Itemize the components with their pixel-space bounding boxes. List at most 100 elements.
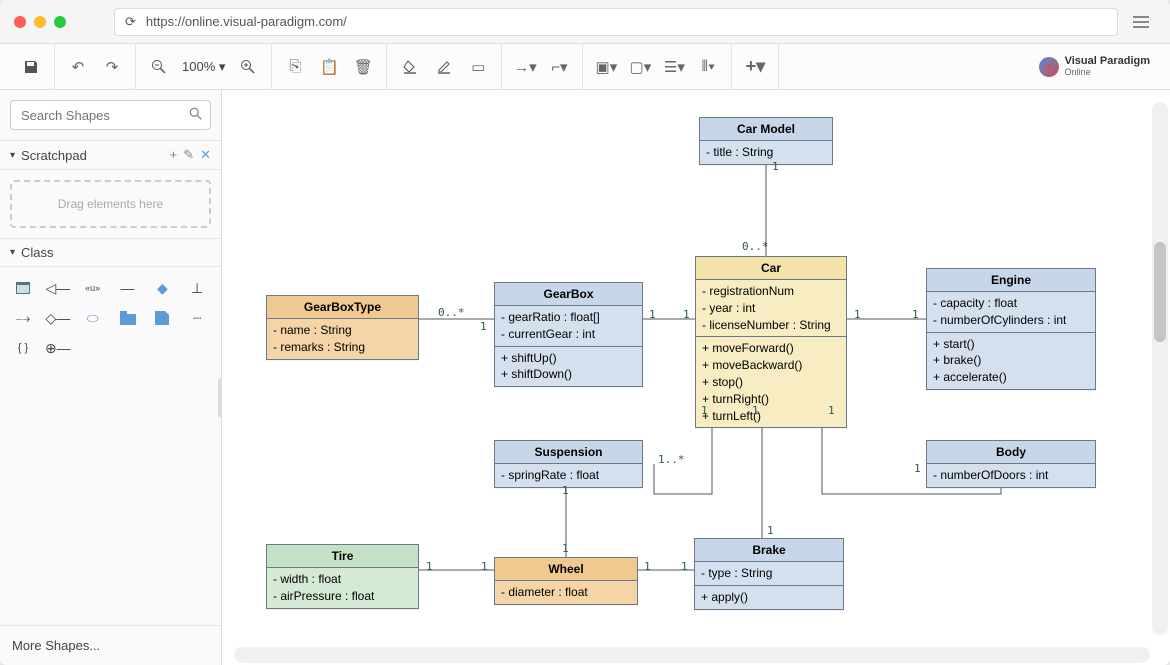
multiplicity: 1 bbox=[562, 542, 569, 555]
logo-icon bbox=[1039, 57, 1059, 77]
add-button[interactable]: +▾ bbox=[740, 52, 770, 82]
maximize-window-icon[interactable] bbox=[54, 16, 66, 28]
multiplicity: 1 bbox=[912, 308, 919, 321]
class-car-model[interactable]: Car Model - title : String bbox=[699, 117, 833, 165]
class-attr: - name : String bbox=[273, 322, 412, 339]
brand-logo[interactable]: Visual ParadigmOnline bbox=[1039, 56, 1162, 78]
multiplicity: 1 bbox=[854, 308, 861, 321]
edit-icon[interactable]: ✎ bbox=[183, 147, 194, 163]
vertical-scrollbar[interactable] bbox=[1152, 102, 1168, 635]
shape-usage[interactable]: «u» bbox=[80, 277, 106, 299]
multiplicity: 1 bbox=[683, 308, 690, 321]
class-suspension[interactable]: Suspension - springRate : float bbox=[494, 440, 643, 488]
class-gearboxtype[interactable]: GearBoxType - name : String - remarks : … bbox=[266, 295, 419, 360]
shape-dependency[interactable]: ⤍ bbox=[10, 307, 36, 329]
class-op: + start() bbox=[933, 336, 1089, 353]
to-front-button[interactable]: ▣▾ bbox=[591, 52, 621, 82]
redo-button[interactable]: ↷ bbox=[97, 52, 127, 82]
multiplicity: 1 bbox=[644, 560, 651, 573]
zoom-in-button[interactable] bbox=[233, 52, 263, 82]
class-op: + shiftUp() bbox=[501, 350, 636, 367]
class-gearbox[interactable]: GearBox - gearRatio : float[] - currentG… bbox=[494, 282, 643, 387]
line-color-button[interactable] bbox=[429, 52, 459, 82]
class-brake[interactable]: Brake - type : String + apply() bbox=[694, 538, 844, 610]
class-attr: - registrationNum bbox=[702, 283, 840, 300]
multiplicity: 1 bbox=[772, 160, 779, 173]
class-title: GearBoxType bbox=[267, 296, 418, 319]
search-icon[interactable] bbox=[189, 107, 203, 126]
zoom-level[interactable]: 100% ▾ bbox=[178, 59, 229, 75]
class-op: + shiftDown() bbox=[501, 366, 636, 383]
connector-style-button[interactable]: →▾ bbox=[510, 52, 540, 82]
horizontal-scrollbar[interactable] bbox=[234, 647, 1150, 663]
waypoint-style-button[interactable]: ⌐▾ bbox=[544, 52, 574, 82]
shape-class[interactable] bbox=[10, 277, 36, 299]
multiplicity: 1 bbox=[828, 404, 835, 417]
class-palette-header[interactable]: ▾ Class bbox=[0, 238, 221, 267]
shape-constraint[interactable]: { } bbox=[10, 337, 36, 359]
canvas[interactable]: Car Model - title : String 1 0..* GearBo… bbox=[222, 90, 1170, 665]
reload-icon[interactable]: ⟳ bbox=[125, 14, 136, 30]
window-controls[interactable] bbox=[14, 16, 66, 28]
paste-button[interactable]: 📋 bbox=[314, 52, 344, 82]
shape-aggregation[interactable]: ◇— bbox=[45, 307, 71, 329]
undo-button[interactable]: ↶ bbox=[63, 52, 93, 82]
delete-button[interactable]: 🗑 bbox=[348, 52, 378, 82]
distribute-button[interactable]: ⫴▾ bbox=[693, 52, 723, 82]
shape-anchor[interactable]: ┈ bbox=[184, 307, 210, 329]
multiplicity: 1 bbox=[481, 560, 488, 573]
scratchpad-title: Scratchpad bbox=[21, 148, 87, 163]
close-window-icon[interactable] bbox=[14, 16, 26, 28]
class-title: GearBox bbox=[495, 283, 642, 306]
add-icon[interactable]: + bbox=[170, 147, 178, 163]
multiplicity: 1 bbox=[701, 404, 708, 417]
multiplicity: 1 bbox=[914, 462, 921, 475]
multiplicity: 1 bbox=[752, 404, 759, 417]
class-engine[interactable]: Engine - capacity : float - numberOfCyli… bbox=[926, 268, 1096, 390]
shape-diamond[interactable]: ◆ bbox=[149, 277, 175, 299]
shape-ellipse[interactable]: ⬭ bbox=[80, 307, 106, 329]
search-input[interactable] bbox=[10, 100, 211, 130]
class-title: Brake bbox=[695, 539, 843, 562]
shape-association[interactable]: — bbox=[115, 277, 141, 299]
shape-generalization[interactable]: ◁— bbox=[45, 277, 71, 299]
class-attr: - numberOfDoors : int bbox=[933, 467, 1089, 484]
class-title: Engine bbox=[927, 269, 1095, 292]
multiplicity: 1 bbox=[681, 560, 688, 573]
align-button[interactable]: ☰▾ bbox=[659, 52, 689, 82]
fill-color-button[interactable] bbox=[395, 52, 425, 82]
collapse-icon[interactable]: ▾ bbox=[10, 150, 15, 161]
to-back-button[interactable]: ▢▾ bbox=[625, 52, 655, 82]
shadow-button[interactable]: ▭ bbox=[463, 52, 493, 82]
zoom-out-button[interactable] bbox=[144, 52, 174, 82]
class-title: Suspension bbox=[495, 441, 642, 464]
minimize-window-icon[interactable] bbox=[34, 16, 46, 28]
save-button[interactable] bbox=[16, 52, 46, 82]
menu-icon[interactable] bbox=[1126, 8, 1156, 36]
shape-package[interactable] bbox=[115, 307, 141, 329]
toolbar: ↶ ↷ 100% ▾ ⎘ 📋 🗑 ▭ →▾ ⌐▾ ▣▾ ▢▾ ☰▾ ⫴▾ +▾ bbox=[0, 44, 1170, 90]
shape-interface-ball[interactable]: ⊥ bbox=[184, 277, 210, 299]
collapse-icon[interactable]: ▾ bbox=[10, 247, 15, 258]
scratchpad-header[interactable]: ▾ Scratchpad + ✎ ✕ bbox=[0, 140, 221, 170]
more-shapes-link[interactable]: More Shapes... bbox=[0, 625, 221, 665]
shape-note[interactable] bbox=[149, 307, 175, 329]
close-icon[interactable]: ✕ bbox=[200, 147, 211, 163]
class-car[interactable]: Car - registrationNum - year : int - lic… bbox=[695, 256, 847, 428]
class-op: + moveForward() bbox=[702, 340, 840, 357]
class-attr: - year : int bbox=[702, 300, 840, 317]
multiplicity: 0..* bbox=[742, 240, 769, 253]
shape-required-interface[interactable]: ⊕— bbox=[45, 337, 71, 359]
class-body[interactable]: Body - numberOfDoors : int bbox=[926, 440, 1096, 488]
url-text: https://online.visual-paradigm.com/ bbox=[146, 14, 347, 29]
sidebar: ▾ Scratchpad + ✎ ✕ Drag elements here ▾ … bbox=[0, 90, 222, 665]
copy-button[interactable]: ⎘ bbox=[280, 52, 310, 82]
url-bar[interactable]: ⟳ https://online.visual-paradigm.com/ bbox=[114, 8, 1118, 36]
class-wheel[interactable]: Wheel - diameter : float bbox=[494, 557, 638, 605]
multiplicity: 1 bbox=[767, 524, 774, 537]
class-op: + moveBackward() bbox=[702, 357, 840, 374]
scratchpad-dropzone[interactable]: Drag elements here bbox=[10, 180, 211, 228]
class-tire[interactable]: Tire - width : float - airPressure : flo… bbox=[266, 544, 419, 609]
multiplicity: 1 bbox=[562, 484, 569, 497]
multiplicity: 1..* bbox=[658, 453, 685, 466]
